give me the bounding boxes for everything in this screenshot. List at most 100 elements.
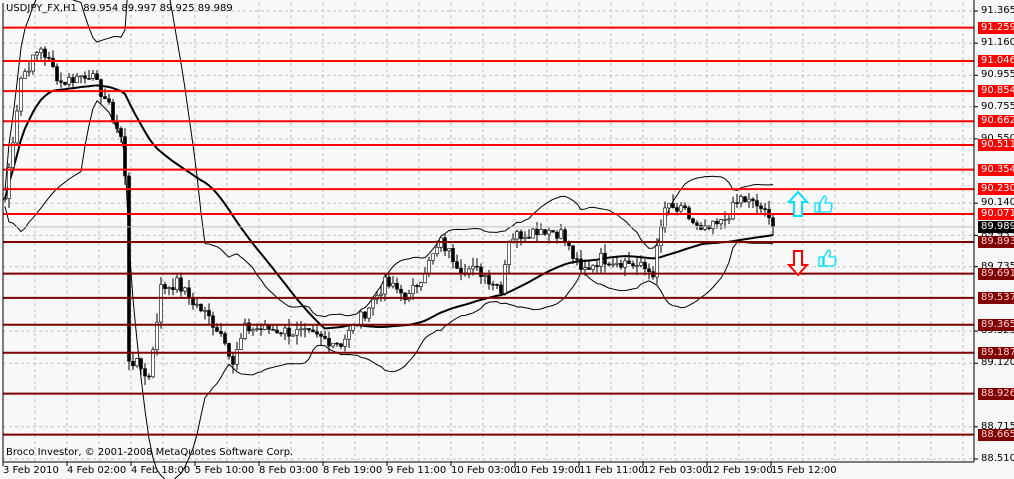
y-tick-label: 91.160 [981, 37, 1014, 49]
candle-body [599, 253, 603, 267]
y-tick-label: 90.955 [981, 69, 1014, 81]
x-tick-label: 9 Feb 11:00 [387, 465, 447, 476]
candle-body [391, 282, 395, 287]
candle-body [451, 248, 455, 262]
candle-body [143, 368, 147, 377]
candle-body [395, 282, 399, 290]
candle-body [51, 57, 55, 67]
candle-body [127, 175, 131, 362]
candle-body [107, 98, 111, 103]
candle-body [167, 287, 171, 289]
candle-body [695, 222, 699, 226]
candle-body [207, 310, 211, 317]
candle-body [535, 228, 539, 235]
current-price-label: 89.989 [978, 220, 1014, 233]
candle-body [571, 245, 575, 259]
candle-body [387, 276, 391, 287]
candle-body [711, 220, 715, 229]
candle-body [339, 343, 343, 347]
x-tick-label: 8 Feb 19:00 [323, 465, 383, 476]
candle-body [483, 275, 487, 277]
x-tick-label: 4 Feb 18:00 [131, 465, 191, 476]
candle-body [727, 218, 731, 221]
candle-body [103, 96, 107, 100]
candle-body [239, 338, 243, 350]
candle-body [475, 265, 479, 268]
candle-body [71, 77, 75, 83]
candle-body [115, 121, 119, 129]
candle-body [579, 258, 583, 270]
candle-body [515, 231, 519, 240]
candle-body [447, 248, 451, 252]
candle-body [723, 219, 727, 221]
price-chart[interactable] [0, 0, 1014, 479]
candle-body [763, 208, 767, 210]
candle-body [131, 360, 135, 367]
candle-body [259, 328, 263, 331]
candle-body [35, 52, 39, 56]
candle-body [679, 205, 683, 212]
candle-body [219, 331, 223, 334]
candle-body [335, 342, 339, 345]
candle-body [235, 349, 239, 365]
candle-body [99, 79, 103, 97]
candle-body [551, 230, 555, 233]
candle-body [491, 283, 495, 286]
candle-body [527, 236, 531, 239]
candle-body [627, 260, 631, 264]
candle-body [751, 198, 755, 201]
bollinger-lower-band [4, 100, 774, 479]
candle-body [691, 218, 695, 224]
candle-body [523, 236, 527, 240]
candle-body [611, 263, 615, 266]
candle-body [675, 207, 679, 212]
candle-body [223, 333, 227, 344]
candle-body [667, 203, 671, 209]
candle-body [187, 287, 191, 299]
candle-body [47, 57, 51, 59]
candle-body [399, 288, 403, 294]
candle-body [735, 202, 739, 204]
candle-body [271, 329, 275, 331]
candle-body [655, 245, 659, 278]
candle-body [135, 358, 139, 367]
candle-body [283, 327, 287, 335]
candle-body [295, 329, 299, 336]
candle-body [431, 253, 435, 261]
candle-body [79, 75, 83, 78]
candle-body [303, 328, 307, 330]
candle-body [159, 284, 163, 323]
candle-body [607, 263, 611, 266]
candle-body [155, 321, 159, 350]
x-tick-label: 5 Feb 10:00 [195, 465, 255, 476]
support-level-label: 88.926 [978, 387, 1014, 400]
resistance-level-label: 91.259 [978, 21, 1014, 34]
candle-body [91, 73, 95, 79]
candle-body [331, 342, 335, 347]
candle-body [643, 262, 647, 270]
x-tick-label: 10 Feb 19:00 [515, 465, 581, 476]
y-tick-label: 89.120 [981, 357, 1014, 369]
candle-body [279, 332, 283, 335]
candle-body [639, 262, 643, 266]
candle-body [423, 273, 427, 284]
candle-body [583, 267, 587, 270]
candle-body [287, 327, 291, 337]
candle-body [531, 228, 535, 239]
candle-body [555, 231, 559, 239]
resistance-level-label: 91.046 [978, 55, 1014, 68]
candle-body [663, 207, 667, 228]
candle-body [603, 253, 607, 265]
resistance-level-label: 90.854 [978, 85, 1014, 98]
support-level-label: 89.365 [978, 318, 1014, 331]
x-tick-label: 10 Feb 03:00 [451, 465, 517, 476]
candle-body [731, 202, 735, 220]
candle-body [7, 167, 11, 199]
candle-body [595, 265, 599, 267]
candle-body [459, 268, 463, 274]
x-tick-label: 15 Feb 12:00 [771, 465, 837, 476]
candle-body [383, 276, 387, 295]
candle-body [63, 82, 67, 85]
candle-body [443, 237, 447, 252]
candle-body [147, 375, 151, 378]
